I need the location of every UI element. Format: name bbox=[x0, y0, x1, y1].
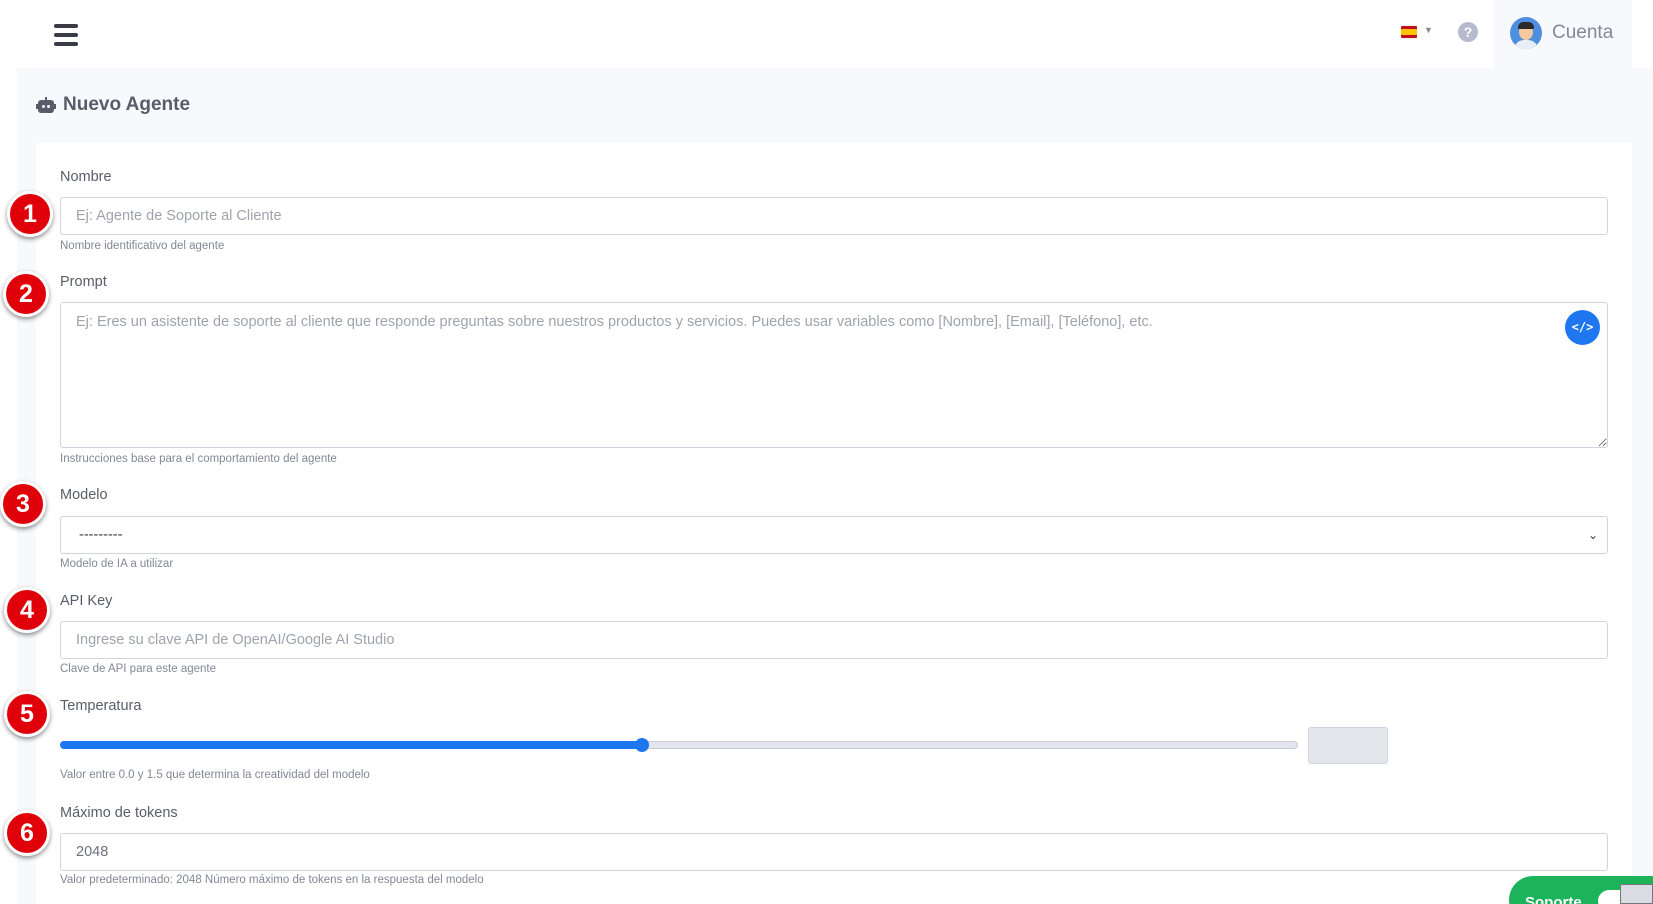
api-key-help: Clave de API para este agente bbox=[60, 663, 216, 675]
nombre-input[interactable] bbox=[60, 197, 1608, 235]
temperatura-help: Valor entre 0.0 y 1.5 que determina la c… bbox=[60, 769, 370, 781]
chevron-down-icon: ⌄ bbox=[1587, 528, 1598, 542]
support-label: Soporte bbox=[1525, 894, 1582, 904]
temperatura-slider-thumb[interactable] bbox=[634, 738, 649, 752]
spain-flag-icon[interactable] bbox=[1401, 26, 1417, 38]
hamburger-icon[interactable] bbox=[54, 24, 78, 46]
code-icon[interactable]: </> bbox=[1565, 310, 1600, 345]
modelo-selected-value: --------- bbox=[79, 527, 123, 543]
modelo-help: Modelo de IA a utilizar bbox=[60, 558, 174, 570]
prompt-label: Prompt bbox=[60, 274, 107, 290]
marker-3: 3 bbox=[0, 481, 46, 527]
robot-icon bbox=[36, 97, 56, 113]
marker-6: 6 bbox=[4, 810, 50, 856]
max-tokens-label: Máximo de tokens bbox=[60, 805, 178, 821]
window-widget-icon[interactable] bbox=[1620, 884, 1653, 904]
marker-1: 1 bbox=[7, 191, 53, 237]
marker-4: 4 bbox=[4, 587, 50, 633]
page-title: Nuevo Agente bbox=[36, 94, 190, 116]
api-key-label: API Key bbox=[60, 593, 113, 609]
modelo-select[interactable]: --------- ⌄ bbox=[60, 516, 1608, 554]
caret-down-icon[interactable]: ▼ bbox=[1424, 25, 1433, 35]
marker-5: 5 bbox=[4, 691, 50, 737]
top-navbar: ▼ ? Cuenta bbox=[0, 0, 1653, 68]
account-menu[interactable]: Cuenta bbox=[1494, 0, 1632, 68]
page-title-text: Nuevo Agente bbox=[63, 94, 191, 115]
account-label: Cuenta bbox=[1552, 22, 1614, 43]
nombre-label: Nombre bbox=[60, 169, 112, 185]
nombre-help: Nombre identificativo del agente bbox=[60, 240, 225, 252]
marker-2: 2 bbox=[3, 271, 49, 317]
api-key-input[interactable] bbox=[60, 621, 1608, 659]
modelo-label: Modelo bbox=[60, 487, 108, 503]
max-tokens-help: Valor predeterminado: 2048 Número máximo… bbox=[60, 874, 484, 886]
prompt-textarea[interactable] bbox=[60, 302, 1608, 448]
question-circle-icon[interactable]: ? bbox=[1458, 22, 1478, 42]
avatar bbox=[1510, 17, 1542, 49]
temperatura-value-box bbox=[1308, 727, 1388, 764]
temperatura-slider-fill bbox=[60, 741, 642, 749]
prompt-help: Instrucciones base para el comportamient… bbox=[60, 453, 337, 465]
max-tokens-input[interactable] bbox=[60, 833, 1608, 871]
temperatura-label: Temperatura bbox=[60, 698, 142, 714]
